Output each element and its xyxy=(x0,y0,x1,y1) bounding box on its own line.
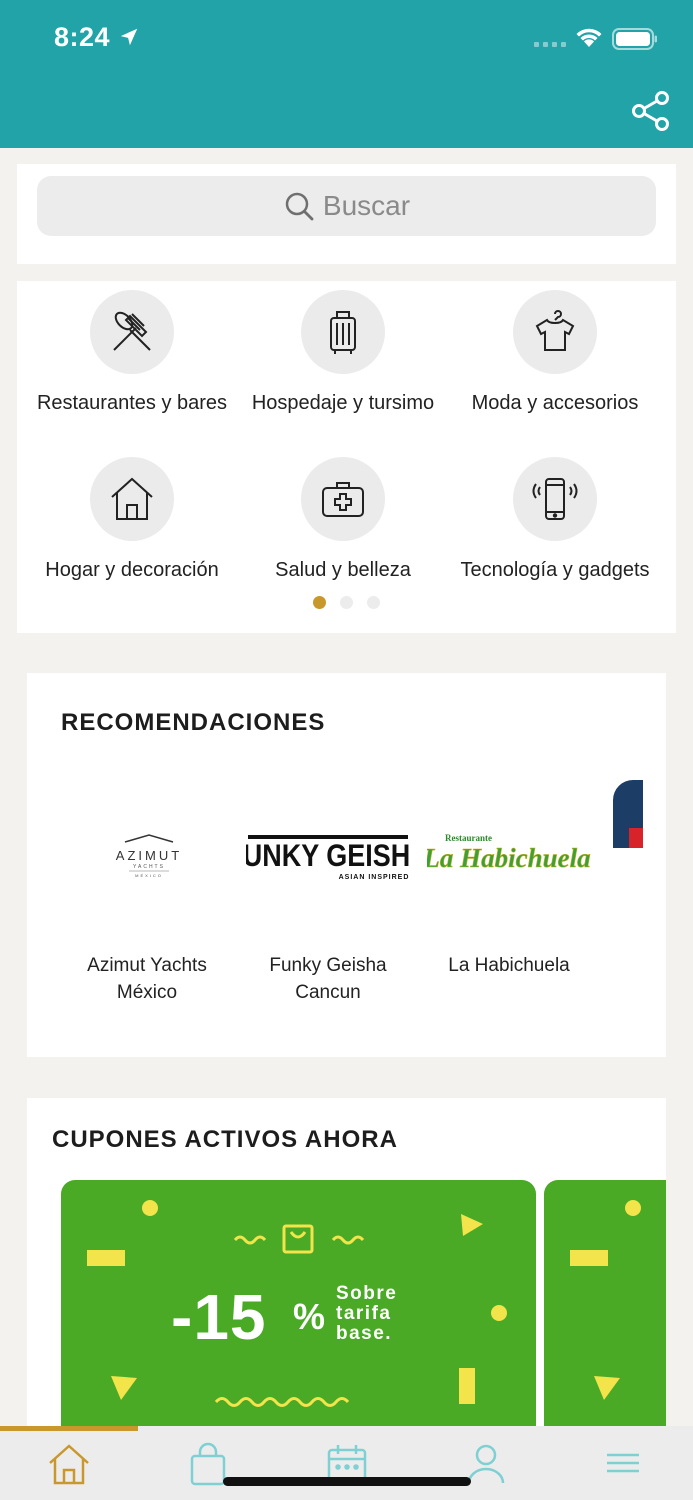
svg-text:La Habichuela: La Habichuela xyxy=(427,843,591,873)
cellular-signal-icon xyxy=(534,42,566,47)
la-habichuela-logo: Restaurante La Habichuela xyxy=(427,780,591,928)
svg-text:MÉXICO: MÉXICO xyxy=(135,873,163,878)
search-placeholder: Buscar xyxy=(322,190,411,221)
category-label: Salud y belleza xyxy=(275,559,411,581)
recommendation-name: La Habichuela xyxy=(448,955,570,976)
pagination-dot[interactable] xyxy=(367,596,380,609)
shirt-icon xyxy=(535,310,575,351)
azimut-logo-text: AZIMUT xyxy=(116,848,182,863)
category-label: Restaurantes y bares xyxy=(36,392,228,414)
recommendation-name: Azimut Yachts México xyxy=(87,955,207,1003)
category-moda[interactable]: Moda y accesorios xyxy=(445,290,665,415)
svg-text:FUNKY GEISHA: FUNKY GEISHA xyxy=(246,840,410,874)
home-indicator xyxy=(223,1477,471,1486)
active-tab-indicator xyxy=(0,1426,138,1431)
pagination-dot[interactable] xyxy=(340,596,353,609)
section-title: CUPONES ACTIVOS AHORA xyxy=(52,1126,398,1153)
fork-spoon-icon xyxy=(113,311,151,351)
carousel-pagination xyxy=(313,596,380,609)
categories-carousel: Restaurantes y bares Hospedaje y tursimo… xyxy=(17,281,676,633)
category-label: Hogar y decoración xyxy=(45,559,219,581)
category-label: Tecnología y gadgets xyxy=(460,559,650,581)
azimut-logo: AZIMUT YACHTS MÉXICO xyxy=(65,780,229,928)
first-aid-icon xyxy=(322,482,364,517)
suitcase-icon xyxy=(330,311,356,354)
search-card: Buscar xyxy=(17,164,676,264)
wifi-icon xyxy=(576,28,602,47)
recommendation-funky-geisha[interactable]: FUNKY GEISHA ASIAN INSPIRED Funky Geisha… xyxy=(246,780,410,1006)
search-icon xyxy=(285,192,314,221)
pagination-dot-active[interactable] xyxy=(313,596,326,609)
category-label: Moda y accesorios xyxy=(471,392,639,414)
section-title: RECOMENDACIONES xyxy=(61,709,326,736)
svg-text:Restaurante: Restaurante xyxy=(445,833,492,843)
status-time: 8:24 xyxy=(54,22,111,52)
share-icon[interactable] xyxy=(630,90,672,132)
svg-text:YACHTS: YACHTS xyxy=(133,864,165,870)
search-input[interactable]: Buscar xyxy=(37,176,656,236)
menu-icon[interactable] xyxy=(601,1442,645,1486)
category-hogar[interactable]: Hogar y decoración xyxy=(22,457,242,582)
house-icon xyxy=(111,477,153,520)
coupon-percent: % xyxy=(293,1296,326,1337)
phone-icon xyxy=(532,478,578,520)
recommendation-next-partial[interactable] xyxy=(613,780,643,848)
coupon-description: Sobre tarifa base. xyxy=(336,1283,398,1344)
recommendations-section: RECOMENDACIONES AZIMUT YACHTS MÉXICO Azi… xyxy=(27,673,666,1057)
category-label: Hospedaje y tursimo xyxy=(251,392,435,414)
battery-icon xyxy=(612,28,657,50)
category-tecnologia[interactable]: Tecnología y gadgets xyxy=(445,457,665,582)
category-restaurantes[interactable]: Restaurantes y bares xyxy=(22,290,242,415)
funky-geisha-logo: FUNKY GEISHA ASIAN INSPIRED xyxy=(246,780,410,928)
home-icon[interactable] xyxy=(47,1442,91,1486)
recommendation-name: Funky Geisha Cancun xyxy=(269,955,387,1003)
category-hospedaje[interactable]: Hospedaje y tursimo xyxy=(233,290,453,415)
coupon-discount: -15 xyxy=(171,1281,267,1353)
recommendation-la-habichuela[interactable]: Restaurante La Habichuela La Habichuela xyxy=(427,780,591,979)
category-salud[interactable]: Salud y belleza xyxy=(233,457,453,582)
location-arrow-icon xyxy=(120,28,138,46)
app-header: 8:24 xyxy=(0,0,693,148)
bottom-navigation xyxy=(0,1426,693,1500)
recommendation-azimut[interactable]: AZIMUT YACHTS MÉXICO Azimut Yachts Méxic… xyxy=(65,780,229,1006)
svg-text:ASIAN INSPIRED: ASIAN INSPIRED xyxy=(339,874,410,881)
